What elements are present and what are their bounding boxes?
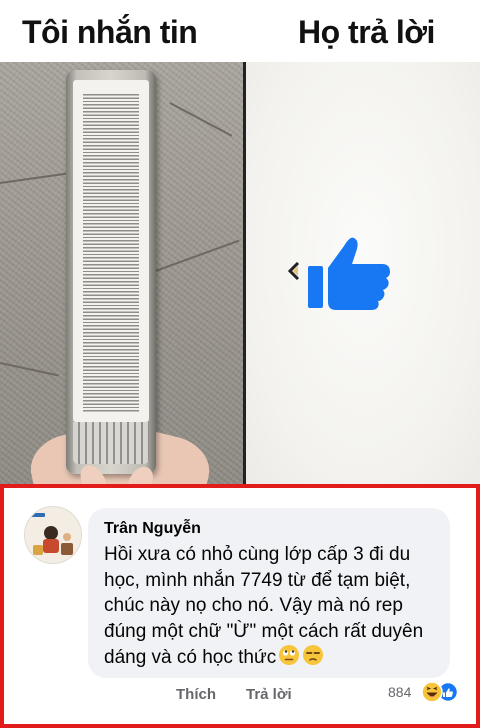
meme-title-left: Tôi nhắn tin (22, 14, 198, 50)
face-with-rolling-eyes-icon (278, 644, 300, 674)
comment-body: Hồi xưa có nhỏ cùng lớp cấp 3 đi du học,… (104, 544, 424, 668)
avatar[interactable] (24, 506, 82, 564)
reaction-count[interactable]: 884 (388, 684, 411, 700)
phone-screen (73, 80, 149, 422)
meme-header: Tôi nhắn tin Họ trả lời (0, 0, 480, 62)
unamused-face-icon (302, 644, 324, 674)
arrow-left-icon (288, 262, 300, 280)
long-phone-image (66, 70, 156, 474)
comment-text: Hồi xưa có nhỏ cùng lớp cấp 3 đi du học,… (104, 542, 449, 674)
haha-icon (421, 681, 443, 703)
comment-author[interactable]: Trân Nguyễn (104, 520, 201, 538)
meme-panel-left-photo (0, 62, 243, 484)
meme-title-right: Họ trả lời (298, 14, 435, 50)
long-message-text-lines (83, 94, 139, 412)
reply-comment-button[interactable]: Trả lời (246, 686, 292, 703)
comment-screenshot-frame: Trân Nguyễn Hồi xưa có nhỏ cùng lớp cấp … (0, 484, 480, 728)
meme-panel-right (246, 62, 480, 484)
comment-bubble: Trân Nguyễn Hồi xưa có nhỏ cùng lớp cấp … (88, 508, 450, 678)
phone-keyboard (73, 422, 149, 464)
like-comment-button[interactable]: Thích (176, 686, 216, 703)
thumbs-up-icon (308, 237, 390, 310)
reactions-summary[interactable] (420, 680, 460, 704)
